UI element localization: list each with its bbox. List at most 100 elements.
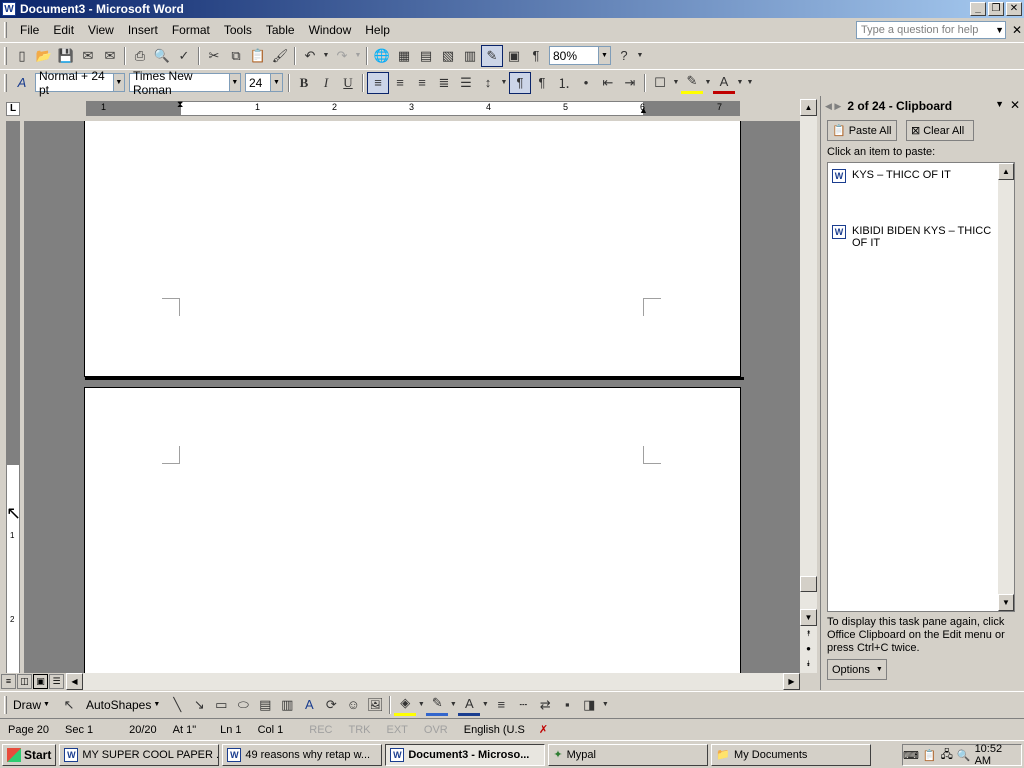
line-spacing-icon[interactable]: ↕ (477, 72, 499, 94)
paste-icon[interactable]: 📋 (247, 45, 269, 67)
list-scroll-down-icon[interactable]: ▼ (998, 594, 1014, 611)
toolbar-grip[interactable] (4, 46, 7, 65)
status-language[interactable]: English (U.S (456, 724, 533, 736)
redo-icon[interactable]: ↷ (331, 45, 353, 67)
font-size-dropdown-icon[interactable]: ▼ (270, 74, 282, 91)
hyperlink-icon[interactable]: 🌐 (371, 45, 393, 67)
arrow-icon[interactable]: ↘ (188, 694, 210, 716)
print-icon[interactable]: ⎙ (129, 45, 151, 67)
align-left-icon[interactable]: ≡ (367, 71, 389, 94)
drawing-icon[interactable]: ✎ (481, 44, 503, 67)
line-style-icon[interactable]: ≡ (490, 694, 512, 716)
web-layout-icon[interactable]: ◫ (17, 674, 32, 689)
toolbar-options-icon[interactable]: ▼ (600, 694, 610, 716)
taskbar-button[interactable]: W MY SUPER COOL PAPER ... (59, 743, 220, 766)
document-area[interactable] (24, 121, 800, 673)
status-trk[interactable]: TRK (340, 724, 378, 736)
font-color-dropdown-icon[interactable]: ▼ (735, 72, 745, 94)
undo-dropdown-icon[interactable]: ▼ (321, 45, 331, 67)
menu-grip[interactable] (4, 22, 7, 38)
text-box-icon[interactable]: ▤ (254, 694, 276, 716)
email-icon[interactable]: ✉ (99, 45, 121, 67)
fill-color-icon[interactable]: ◈ (394, 694, 417, 716)
line-icon[interactable]: ╲ (166, 694, 188, 716)
align-center-icon[interactable]: ≡ (389, 72, 411, 94)
redo-dropdown-icon[interactable]: ▼ (353, 45, 363, 67)
status-column[interactable]: Col 1 (250, 724, 292, 736)
clock[interactable]: 10:52 AM (975, 743, 1015, 767)
list-scroll-up-icon[interactable]: ▲ (998, 163, 1014, 180)
toolbar-options-icon[interactable]: ▼ (745, 72, 755, 94)
numbering-icon[interactable]: ⒈ (553, 72, 575, 94)
fill-color-dropdown-icon[interactable]: ▼ (416, 694, 426, 716)
wordart-icon[interactable]: A (298, 694, 320, 716)
ltr-icon[interactable]: ¶ (509, 71, 531, 94)
scroll-right-icon[interactable]: ▶ (783, 673, 800, 690)
3d-style-icon[interactable]: ◨ (578, 694, 600, 716)
status-section[interactable]: Sec 1 (57, 724, 101, 736)
italic-icon[interactable]: I (315, 72, 337, 94)
scroll-left-icon[interactable]: ◀ (66, 673, 83, 690)
select-objects-icon[interactable]: ↖ (58, 694, 80, 716)
status-ovr[interactable]: OVR (416, 724, 456, 736)
bold-icon[interactable]: B (293, 72, 315, 94)
minimize-button[interactable]: _ (970, 2, 986, 16)
toolbar-options-icon[interactable]: ▼ (635, 45, 645, 67)
bullets-icon[interactable]: • (575, 72, 597, 94)
status-page-count[interactable]: 20/20 (101, 724, 165, 736)
permission-icon[interactable]: ✉ (77, 45, 99, 67)
zoom-select[interactable]: 80% ▼ (549, 46, 611, 65)
help-dropdown-icon[interactable]: ▼ (995, 25, 1004, 35)
taskbar-button-active[interactable]: W Document3 - Microso... (385, 743, 546, 766)
vertical-ruler-strip[interactable]: 1 2 (6, 121, 20, 673)
line-color-dropdown-icon[interactable]: ▼ (448, 694, 458, 716)
font-color-dropdown-icon[interactable]: ▼ (480, 694, 490, 716)
status-rec[interactable]: REC (291, 724, 340, 736)
font-select[interactable]: Times New Roman ▼ (129, 69, 241, 97)
style-select[interactable]: Normal + 24 pt ▼ (35, 69, 125, 97)
toolbar-grip[interactable] (4, 73, 7, 92)
vertical-scrollbar[interactable]: ▲ ▼ ⯭ ● ⯯ (800, 99, 817, 673)
spelling-icon[interactable]: ✓ (173, 45, 195, 67)
task-pane-dropdown-icon[interactable]: ▼ (995, 99, 1004, 109)
style-dropdown-icon[interactable]: ▼ (112, 74, 124, 91)
styles-formatting-icon[interactable]: A (11, 72, 33, 94)
undo-icon[interactable]: ↶ (299, 45, 321, 67)
status-page[interactable]: Page 20 (0, 724, 57, 736)
arrow-style-icon[interactable]: ⇄ (534, 694, 556, 716)
ruler-strip[interactable]: 1 1 2 3 4 5 6 7 ⧗ ▲ (86, 99, 740, 116)
clipboard-list-scrollbar[interactable]: ▲ ▼ (998, 163, 1014, 611)
shadow-style-icon[interactable]: ▪ (556, 694, 578, 716)
open-folder-icon[interactable]: 📂 (33, 45, 55, 67)
increase-indent-icon[interactable]: ⇥ (619, 72, 641, 94)
tables-borders-icon[interactable]: ▦ (393, 45, 415, 67)
font-dropdown-icon[interactable]: ▼ (228, 74, 240, 91)
menu-window[interactable]: Window (302, 23, 359, 37)
diagram-icon[interactable]: ⟳ (320, 694, 342, 716)
paste-all-button[interactable]: 📋 Paste All (827, 120, 897, 141)
scroll-up-icon[interactable]: ▲ (800, 99, 817, 116)
autoshapes-menu[interactable]: AutoShapes (80, 698, 153, 712)
format-painter-icon[interactable]: 🖌 (269, 45, 291, 67)
print-layout-icon[interactable]: ▣ (33, 674, 48, 689)
columns-icon[interactable]: ▥ (459, 45, 481, 67)
left-indent-marker-icon[interactable]: ⧗ (177, 99, 183, 110)
clipboard-tray-icon[interactable]: 📋 (923, 749, 937, 762)
help-question-input[interactable]: Type a question for help (856, 21, 1006, 39)
spelling-status-icon[interactable]: ✗ (539, 723, 548, 736)
dash-style-icon[interactable]: ┄ (512, 694, 534, 716)
rtl-icon[interactable]: ¶ (531, 72, 553, 94)
clipboard-item[interactable]: W KYS – THICC OF IT (832, 169, 992, 183)
menu-file[interactable]: File (13, 23, 46, 37)
insert-picture-icon[interactable]: 🖼 (364, 694, 386, 716)
page-current[interactable] (84, 387, 741, 673)
borders-dropdown-icon[interactable]: ▼ (671, 72, 681, 94)
highlight-icon[interactable]: ✎ (681, 72, 703, 94)
close-button[interactable]: ✕ (1006, 2, 1022, 16)
menu-help[interactable]: Help (358, 23, 397, 37)
new-document-icon[interactable]: ▯ (11, 45, 33, 67)
restore-button[interactable]: ❐ (988, 2, 1004, 16)
menu-table[interactable]: Table (259, 23, 302, 37)
menu-view[interactable]: View (81, 23, 121, 37)
search-icon[interactable]: 🔍 (957, 749, 971, 762)
